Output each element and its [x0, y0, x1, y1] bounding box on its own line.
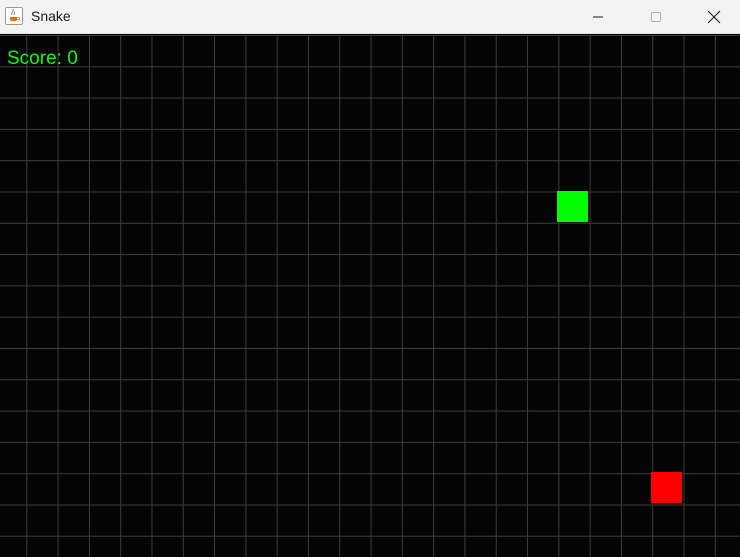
- minimize-button[interactable]: [569, 0, 627, 33]
- food-apple: [651, 472, 682, 503]
- minimize-icon: [593, 16, 603, 17]
- score-label: Score: 0: [7, 48, 78, 69]
- game-board[interactable]: Score: 0: [0, 35, 740, 557]
- close-icon: [707, 10, 721, 23]
- java-cup-icon: [5, 7, 23, 25]
- snake-head: [557, 191, 588, 222]
- window-title: Snake: [31, 8, 71, 24]
- close-button[interactable]: [685, 0, 740, 33]
- title-bar[interactable]: Snake: [0, 0, 740, 34]
- game-window: Snake Score: 0: [0, 0, 740, 557]
- maximize-icon: [651, 11, 661, 22]
- maximize-button[interactable]: [627, 0, 685, 33]
